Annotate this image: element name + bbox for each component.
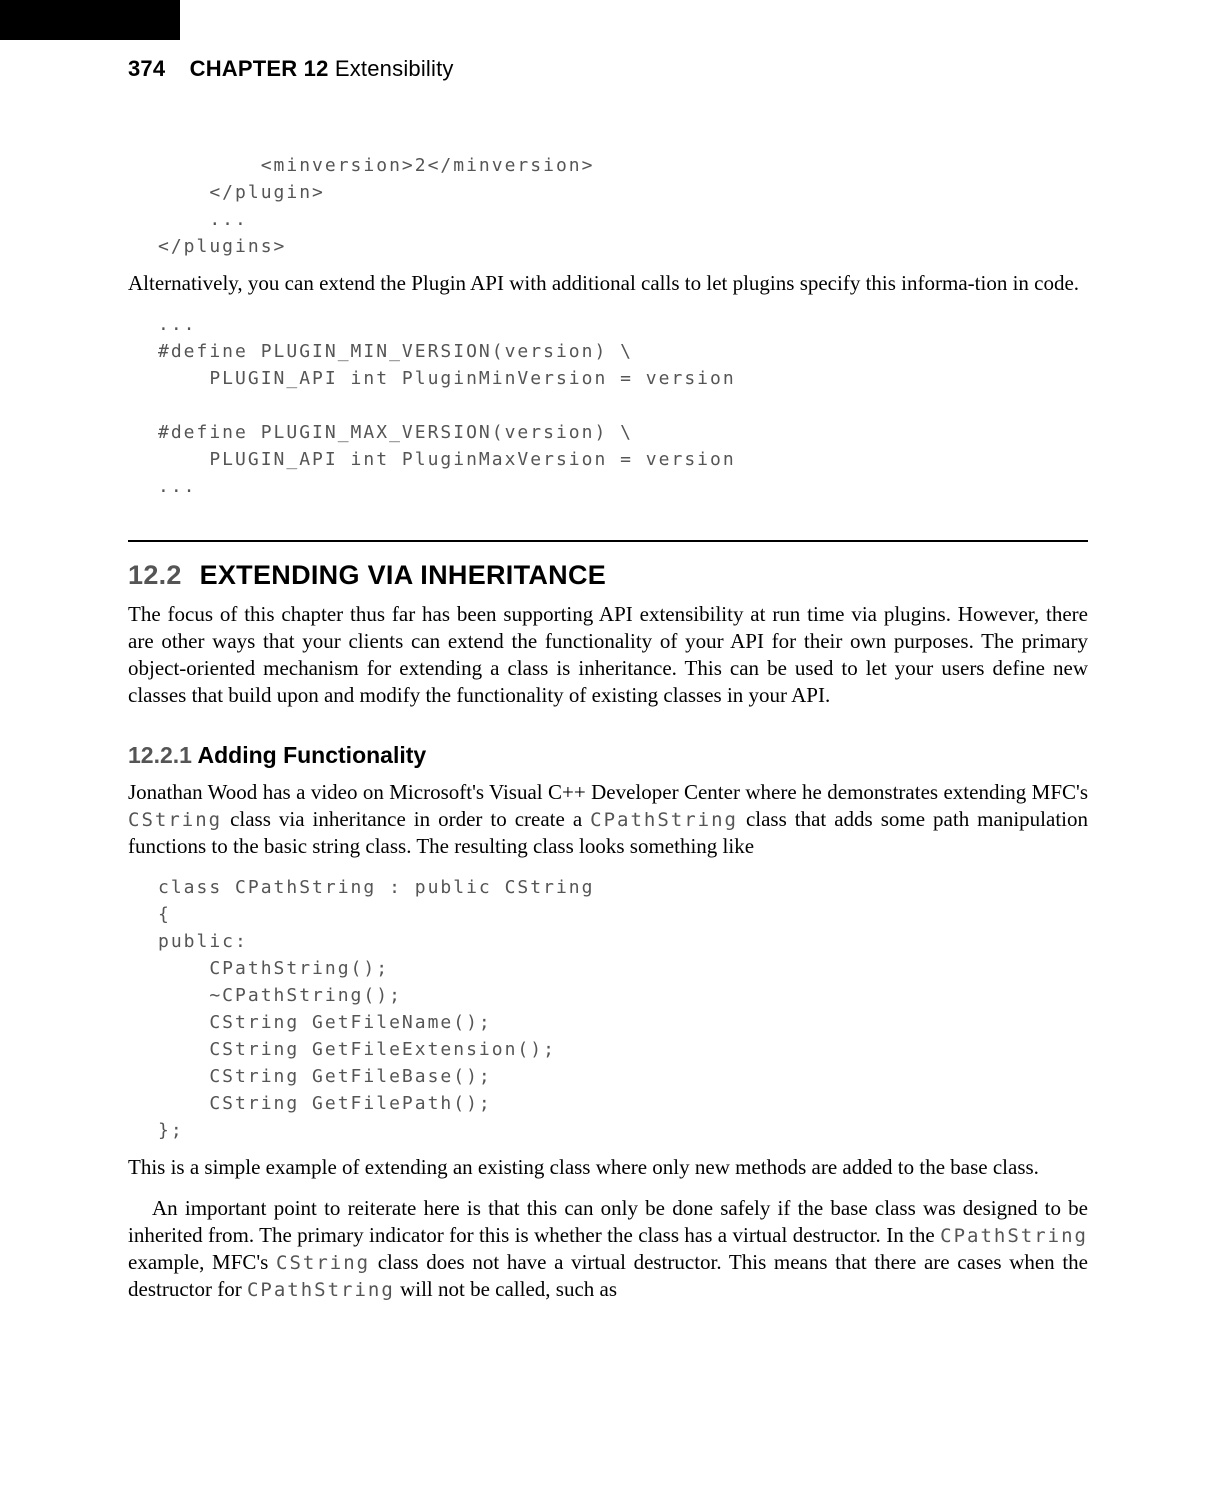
section-number: 12.2 (128, 560, 182, 590)
hyphen: - (968, 271, 975, 295)
inline-code-cpathstring: CPathString (940, 1225, 1088, 1247)
page-number: 374 (128, 56, 165, 81)
text: example, MFC's (128, 1250, 276, 1274)
page: 374 CHAPTER 12 Extensibility <minversion… (0, 0, 1216, 1500)
subsection-number: 12.2.1 (128, 742, 192, 768)
inline-code-cpathstring: CPathString (247, 1279, 395, 1301)
text: class via inheritance in order to create… (222, 807, 590, 831)
code-block-defines: ... #define PLUGIN_MIN_VERSION(version) … (128, 311, 1088, 500)
paragraph-important-point: An important point to reiterate here is … (128, 1195, 1088, 1303)
section-title: EXTENDING VIA INHERITANCE (200, 560, 607, 590)
subsection-title: Adding Functionality (198, 742, 427, 768)
page-tab-decoration (0, 0, 180, 40)
inline-code-cstring: CString (128, 809, 222, 831)
paragraph-adding-functionality: Jonathan Wood has a video on Microsoft's… (128, 779, 1088, 860)
inline-code-cstring: CString (276, 1252, 370, 1274)
chapter-label: CHAPTER 12 (190, 56, 329, 81)
text-cont: tion in code. (975, 271, 1079, 295)
section-rule (128, 540, 1088, 542)
text: Jonathan Wood has a video on Microsoft's… (128, 780, 1088, 804)
text: will not be called, such as (395, 1277, 617, 1301)
subsection-heading-12-2-1: 12.2.1 Adding Functionality (128, 742, 1088, 769)
section-heading-12-2: 12.2 EXTENDING VIA INHERITANCE (128, 560, 1088, 591)
inline-code-cpathstring: CPathString (590, 809, 738, 831)
text: Alternatively, you can extend the Plugin… (128, 271, 968, 295)
paragraph-api-extend: Alternatively, you can extend the Plugin… (128, 270, 1088, 297)
paragraph-simple-example: This is a simple example of extending an… (128, 1154, 1088, 1181)
paragraph-inheritance-intro: The focus of this chapter thus far has b… (128, 601, 1088, 709)
code-block-xml: <minversion>2</minversion> </plugin> ...… (128, 152, 1088, 260)
code-block-class: class CPathString : public CString { pub… (128, 874, 1088, 1144)
running-header: 374 CHAPTER 12 Extensibility (128, 56, 1088, 82)
chapter-title: Extensibility (335, 56, 454, 81)
